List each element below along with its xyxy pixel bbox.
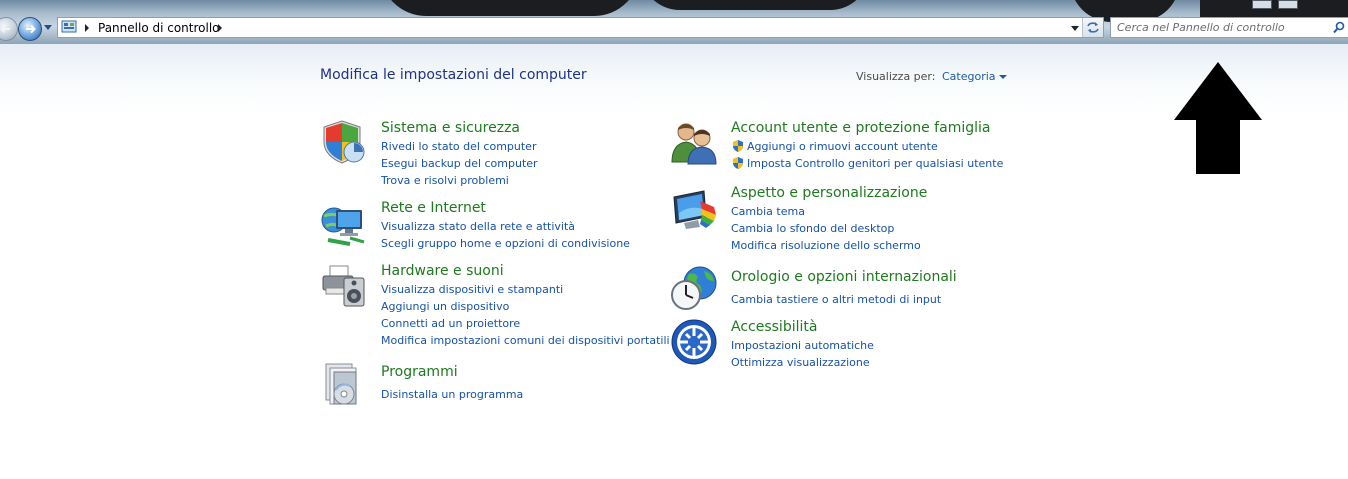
printer-speaker-icon[interactable] xyxy=(320,262,368,310)
background-shape xyxy=(640,0,870,10)
maximize-button[interactable] xyxy=(1278,0,1298,9)
search-icon[interactable] xyxy=(1333,21,1345,34)
link-add-device[interactable]: Aggiungi un dispositivo xyxy=(381,299,509,314)
breadcrumb[interactable]: Pannello di controllo xyxy=(98,20,220,36)
users-icon[interactable] xyxy=(670,118,718,166)
breadcrumb-separator-icon[interactable] xyxy=(218,24,222,32)
view-by-dropdown[interactable]: Categoria xyxy=(942,70,996,83)
address-dropdown-icon[interactable] xyxy=(1071,26,1079,31)
back-arrow-icon xyxy=(0,24,10,34)
search-input[interactable] xyxy=(1117,19,1317,36)
background-shape xyxy=(380,0,640,16)
address-bar[interactable]: Pannello di controllo xyxy=(57,17,1104,38)
link-troubleshoot[interactable]: Trova e risolvi problemi xyxy=(381,173,509,188)
link-optimize-display[interactable]: Ottimizza visualizzazione xyxy=(731,355,870,370)
link-change-keyboards[interactable]: Cambia tastiere o altri metodi di input xyxy=(731,292,941,307)
security-shield-icon[interactable] xyxy=(320,118,368,166)
link-add-remove-accounts[interactable]: Aggiungi o rimuovi account utente xyxy=(747,139,938,154)
link-change-theme[interactable]: Cambia tema xyxy=(731,204,805,219)
link-connect-projector[interactable]: Connetti ad un proiettore xyxy=(381,316,520,331)
window-top-bar: Pannello di controllo xyxy=(0,0,1348,44)
link-review-computer-status[interactable]: Rivedi lo stato del computer xyxy=(381,139,536,154)
link-change-desktop-background[interactable]: Cambia lo sfondo del desktop xyxy=(731,221,894,236)
back-button[interactable] xyxy=(0,17,18,41)
link-backup-computer[interactable]: Esegui backup del computer xyxy=(381,156,538,171)
up-arrow-icon xyxy=(1174,62,1262,174)
link-uninstall-program[interactable]: Disinstalla un programma xyxy=(381,387,523,402)
link-mobile-device-settings[interactable]: Modifica impostazioni comuni dei disposi… xyxy=(381,333,670,348)
content-header xyxy=(0,44,1348,114)
link-parental-controls[interactable]: Imposta Controllo genitori per qualsiasi… xyxy=(747,156,1003,171)
clock-globe-icon[interactable] xyxy=(670,263,718,311)
category-title-appearance[interactable]: Aspetto e personalizzazione xyxy=(731,184,927,202)
category-title-accessibility[interactable]: Accessibilità xyxy=(731,318,817,336)
view-by-label: Visualizza per: xyxy=(856,70,936,83)
page-title: Modifica le impostazioni del computer xyxy=(320,67,587,83)
link-homegroup-sharing[interactable]: Scegli gruppo home e opzioni di condivis… xyxy=(381,236,630,251)
breadcrumb-separator-icon[interactable] xyxy=(85,24,89,32)
minimize-button[interactable] xyxy=(1252,0,1272,9)
link-view-network-status[interactable]: Visualizza stato della rete e attività xyxy=(381,219,575,234)
accessibility-icon[interactable] xyxy=(670,318,718,366)
link-automatic-settings[interactable]: Impostazioni automatiche xyxy=(731,338,874,353)
uac-shield-icon xyxy=(733,140,743,152)
category-title-programs[interactable]: Programmi xyxy=(381,363,458,381)
category-title-user-accounts[interactable]: Account utente e protezione famiglia xyxy=(731,119,990,137)
uac-shield-icon xyxy=(733,157,743,169)
category-title-clock-region[interactable]: Orologio e opzioni internazionali xyxy=(731,268,957,286)
link-screen-resolution[interactable]: Modifica risoluzione dello schermo xyxy=(731,238,921,253)
category-title-hardware-sound[interactable]: Hardware e suoni xyxy=(381,262,504,280)
recent-pages-dropdown[interactable] xyxy=(44,25,52,30)
chevron-down-icon[interactable] xyxy=(999,75,1007,79)
network-icon[interactable] xyxy=(320,200,368,248)
category-title-network-internet[interactable]: Rete e Internet xyxy=(381,199,486,217)
programs-icon[interactable] xyxy=(320,360,368,408)
control-panel-icon xyxy=(61,20,77,33)
category-title-system-security[interactable]: Sistema e sicurezza xyxy=(381,119,520,137)
refresh-icon xyxy=(1087,22,1099,33)
search-box[interactable] xyxy=(1110,17,1348,38)
forward-button[interactable] xyxy=(18,17,42,41)
refresh-button[interactable] xyxy=(1082,18,1103,37)
display-appearance-icon[interactable] xyxy=(670,187,718,235)
forward-arrow-icon xyxy=(26,24,36,34)
link-view-devices-printers[interactable]: Visualizza dispositivi e stampanti xyxy=(381,282,563,297)
